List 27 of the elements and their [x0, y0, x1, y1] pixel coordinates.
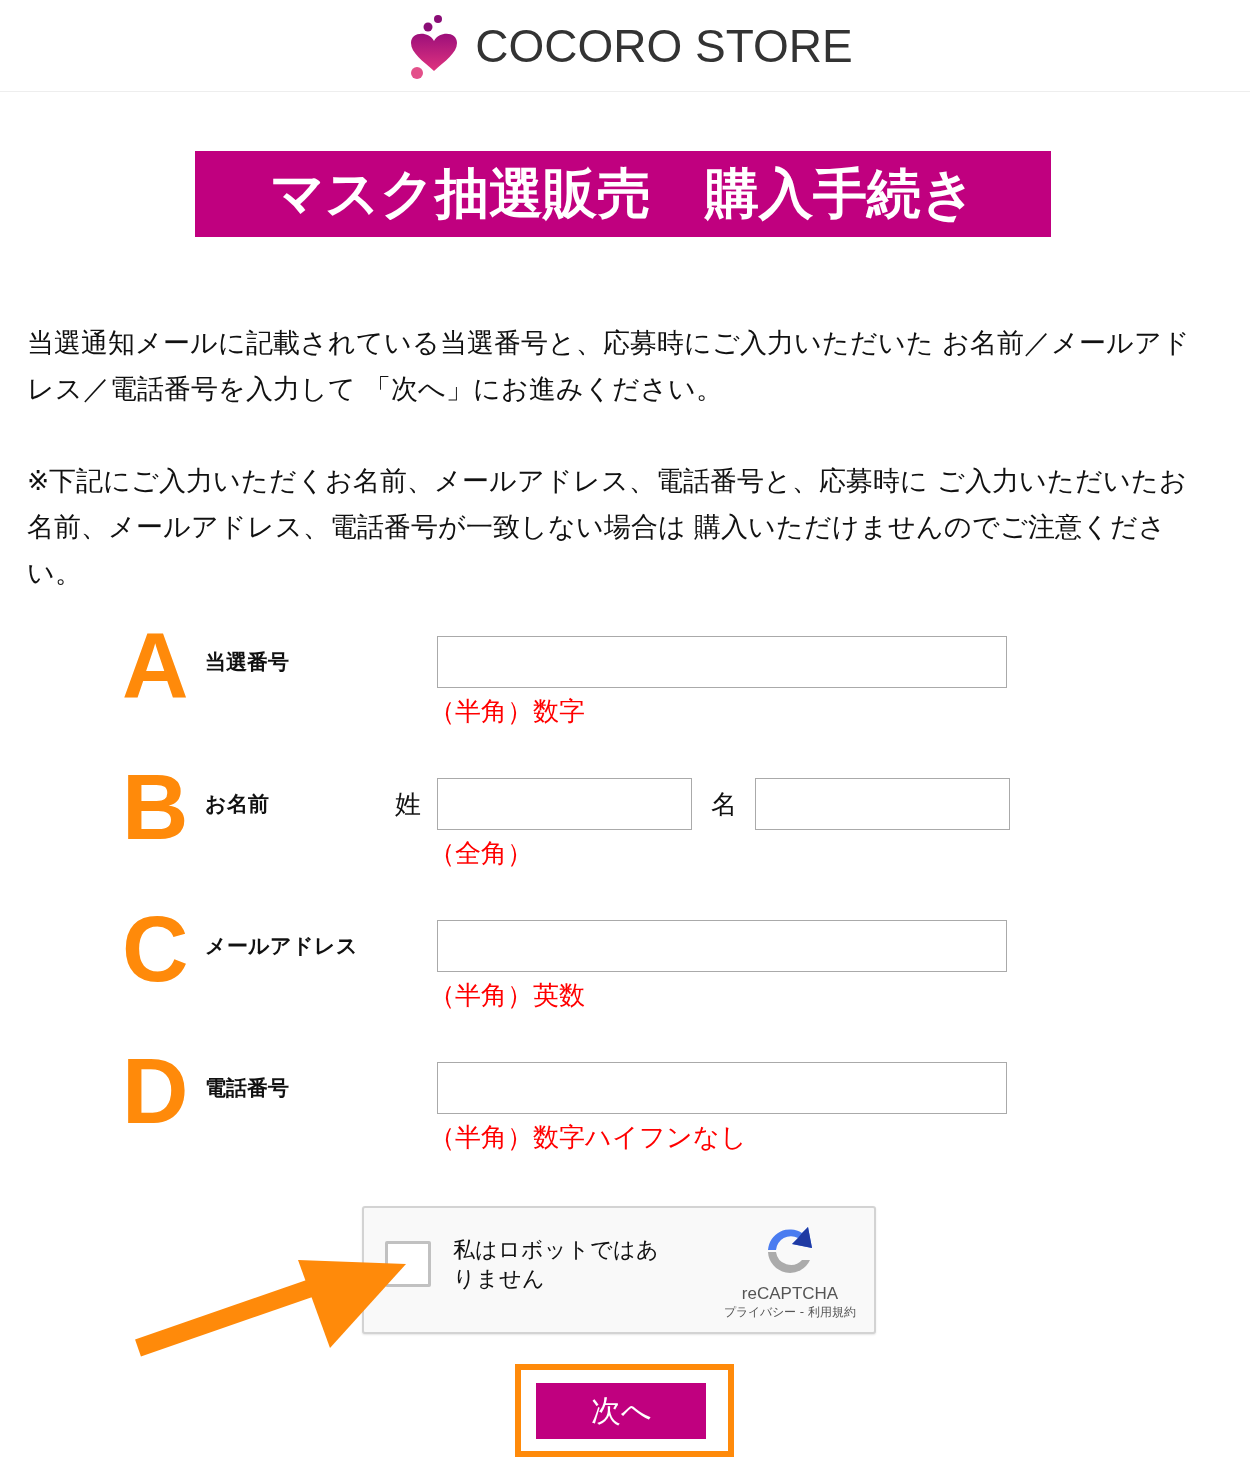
input-field[interactable] [755, 778, 1010, 830]
captcha-brand: reCAPTCHA [741, 1284, 839, 1304]
privacy-terms-link[interactable]: プライバシー - 利用規約 [724, 1304, 856, 1321]
field-hint: （全角） [429, 836, 534, 870]
instruction-text: 当選通知メールに記載されている当選番号と、応募時にご入力いただいた お名前／メールアドレス／電話番号を入力して 「次へ」にお進みください。 [27, 326, 1192, 406]
instruction-text: ※下記にご入力いただくお名前、メールアドレス、電話番号と、応募時に ご入力いただいたお名前、メールアドレス、電話番号が一致しない場合は 購入いただけませんのでご注意ください。 [27, 464, 1188, 590]
logo-text: COCORO STORE [475, 18, 853, 73]
input-field[interactable] [437, 778, 692, 830]
field-label: お名前 [205, 791, 270, 818]
step-letter: A [122, 619, 190, 711]
step-letter: C [122, 903, 190, 995]
field-sublabel: 名 [709, 787, 738, 821]
page-title: マスク抽選販売 購入手続き [195, 151, 1051, 237]
field-hint: （半角）数字 [429, 694, 586, 728]
checkbox-label: 私はロボットではありません [453, 1236, 660, 1293]
next-button[interactable]: 次へ [536, 1383, 706, 1439]
input-field[interactable] [437, 636, 1007, 688]
input-field[interactable] [437, 1062, 1007, 1114]
field-label: 電話番号 [205, 1075, 290, 1102]
field-sublabel: 姓 [395, 787, 422, 821]
field-hint: （半角）英数 [429, 978, 586, 1012]
step-letter: D [122, 1045, 190, 1137]
step-letter: B [122, 761, 190, 853]
input-field[interactable] [437, 920, 1007, 972]
field-label: 当選番号 [205, 649, 290, 676]
field-label: メールアドレス [205, 933, 359, 960]
field-hint: （半角）数字ハイフンなし [429, 1120, 748, 1154]
